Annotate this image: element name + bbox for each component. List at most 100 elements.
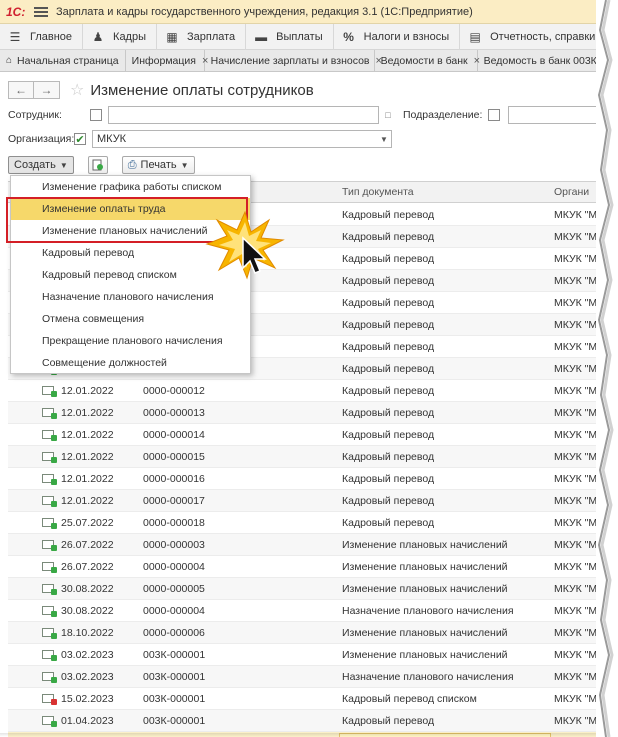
- house-icon: ⌂: [6, 55, 13, 66]
- row-date: 12.01.2022: [61, 406, 114, 419]
- menu-item[interactable]: Совмещение должностей: [11, 352, 250, 374]
- table-row[interactable]: 01.04.2023 003К-000001 Кадровый перевод МКУ…: [8, 710, 599, 732]
- tab-salary-accrual[interactable]: Начисление зарплаты и взносов ×: [205, 50, 382, 71]
- column-document-type[interactable]: Тип документа: [342, 186, 414, 198]
- table-row[interactable]: 03.02.2023 003К-000001 Изменение плановых …: [8, 644, 600, 666]
- row-document-type: Кадровый перевод: [342, 516, 435, 529]
- menu-item[interactable]: Прекращение планового начисления: [11, 330, 250, 352]
- row-date: 26.07.2022: [61, 538, 114, 551]
- section-hr[interactable]: ♟ Кадры: [83, 23, 157, 50]
- bottom-shadow: [0, 733, 599, 737]
- document-status-icon: [42, 628, 57, 639]
- organization-value: МКУК: [97, 133, 127, 145]
- favorite-star-icon[interactable]: ☆: [70, 80, 84, 100]
- menu-item[interactable]: Отмена совмещения: [11, 308, 250, 330]
- row-organization: МКУК "Ма: [554, 472, 600, 485]
- table-row[interactable]: 30.08.2022 0000-000004 Назначение плановог…: [8, 600, 599, 622]
- chevron-down-icon[interactable]: ▼: [377, 135, 391, 144]
- document-status-icon: [42, 408, 57, 419]
- menu-item[interactable]: Изменение плановых начислений: [11, 220, 250, 242]
- row-organization: МКУК "Ма: [554, 318, 600, 331]
- row-number: 0000-000013: [143, 406, 205, 419]
- back-button[interactable]: ←: [8, 81, 34, 99]
- row-date: 26.07.2022: [61, 560, 114, 573]
- employee-input[interactable]: [108, 106, 379, 124]
- open-icon[interactable]: □: [382, 106, 394, 124]
- row-document-type: Изменение плановых начислений: [342, 560, 508, 573]
- row-organization: МКУК "Ма: [554, 340, 600, 353]
- table-row[interactable]: 12.01.2022 0000-000012 Кадровый перевод МКУ…: [8, 380, 600, 402]
- forward-button[interactable]: →: [34, 81, 60, 99]
- employee-checkbox[interactable]: [90, 109, 102, 121]
- document-status-icon: [42, 496, 57, 507]
- table-row[interactable]: 12.01.2022 0000-000017 Кадровый перевод МКУ…: [8, 490, 599, 512]
- table-row[interactable]: 12.01.2022 0000-000013 Кадровый перевод МКУ…: [8, 402, 599, 424]
- row-organization: МКУК "Ма: [554, 626, 600, 639]
- filter-row-organization: Организация: ✔ МКУК ▼: [8, 130, 392, 148]
- row-number: 003К-000001: [143, 714, 206, 727]
- menu-item[interactable]: Назначение планового начисления: [11, 286, 250, 308]
- section-reports[interactable]: ▤ Отчетность, справки: [460, 24, 599, 50]
- row-organization: МКУК "Ма: [554, 692, 600, 705]
- row-number: 0000-000016: [143, 472, 205, 485]
- sections-panel: ☰ Главное ♟ Кадры ▦ Зарплата ▬ Выплаты % Нало…: [0, 23, 599, 50]
- section-payments[interactable]: ▬ Выплаты: [246, 23, 334, 50]
- row-date: 25.07.2022: [61, 516, 114, 529]
- table-row[interactable]: 18.10.2022 0000-000006 Изменение плановых …: [8, 622, 600, 644]
- department-input[interactable]: [508, 106, 599, 124]
- column-organization[interactable]: Органи: [554, 186, 589, 198]
- document-status-icon: [42, 606, 57, 617]
- row-document-type: Кадровый перевод: [342, 318, 435, 331]
- row-organization: МКУК "Ма: [554, 582, 600, 595]
- menu-item[interactable]: Кадровый перевод списком: [11, 264, 250, 286]
- table-row[interactable]: 12.01.2022 0000-000014 Кадровый перевод МКУ…: [8, 424, 599, 446]
- table-row[interactable]: 25.07.2022 0000-000018 Кадровый перевод МКУ…: [8, 512, 600, 534]
- people-icon: ♟: [92, 29, 104, 44]
- tab-information[interactable]: Информация ×: [126, 50, 208, 71]
- section-taxes[interactable]: % Налоги и взносы: [334, 23, 461, 50]
- employee-label: Сотрудник:: [8, 109, 62, 121]
- table-row[interactable]: 12.01.2022 0000-000015 Кадровый перевод МКУ…: [8, 446, 599, 468]
- row-document-type: Кадровый перевод: [342, 296, 435, 309]
- row-date: 12.01.2022: [61, 450, 114, 463]
- menu-item[interactable]: Изменение оплаты труда: [11, 198, 250, 220]
- table-row[interactable]: 12.01.2022 0000-000016 Кадровый перевод МКУ…: [8, 468, 600, 490]
- tab-bank-statement[interactable]: Ведомость в банк 003К-0000: [478, 50, 599, 71]
- menu-item[interactable]: Кадровый перевод: [11, 242, 250, 264]
- row-document-type: Кадровый перевод: [342, 340, 435, 353]
- table-row[interactable]: 30.08.2022 0000-000005 Изменение плановых …: [8, 578, 600, 600]
- tab-bank-statements[interactable]: Ведомости в банк ×: [375, 50, 480, 71]
- row-number: 0000-000004: [143, 604, 205, 617]
- create-button[interactable]: Создать ▼: [8, 156, 74, 174]
- row-organization: МКУК "Ма: [554, 384, 600, 397]
- document-status-icon: [42, 474, 57, 485]
- section-salary[interactable]: ▦ Зарплата: [157, 23, 247, 50]
- tab-home-page[interactable]: ⌂ Начальная страница: [0, 50, 126, 71]
- row-document-type: Кадровый перевод списком: [342, 692, 477, 705]
- table-row[interactable]: 26.07.2022 0000-000004 Изменение плановых …: [8, 556, 599, 578]
- table-row[interactable]: 15.02.2023 003К-000001 Кадровый перевод сп…: [8, 688, 600, 710]
- row-document-type: Кадровый перевод: [342, 208, 435, 221]
- row-document-type: Назначение планового начисления: [342, 670, 514, 683]
- form-heading: ← → ☆ Изменение оплаты сотрудников: [8, 80, 314, 100]
- main-menu-icon[interactable]: [34, 5, 48, 19]
- organization-checkbox[interactable]: ✔: [74, 133, 86, 146]
- create-copy-button[interactable]: [87, 156, 108, 174]
- document-status-icon: [42, 386, 57, 397]
- document-status-icon: [42, 672, 57, 683]
- section-main[interactable]: ☰ Главное: [0, 23, 84, 50]
- table-row[interactable]: 03.02.2023 003К-000001 Назначение плановог…: [8, 666, 599, 688]
- row-organization: МКУК "Ма: [554, 516, 600, 529]
- row-organization: МКУК "Ма: [554, 538, 600, 551]
- create-dropdown-menu: Изменение графика работы списком Изменени…: [10, 175, 251, 374]
- document-status-icon: [42, 694, 57, 705]
- document-status-icon: [42, 452, 57, 463]
- row-date: 15.02.2023: [61, 692, 114, 705]
- department-checkbox[interactable]: [488, 109, 501, 121]
- row-date: 12.01.2022: [61, 472, 114, 485]
- row-organization: МКУК "Ма: [554, 648, 600, 661]
- print-button[interactable]: ⎙ Печать ▼: [121, 156, 195, 174]
- organization-select[interactable]: МКУК ▼: [92, 130, 392, 148]
- menu-item[interactable]: Изменение графика работы списком: [11, 176, 250, 198]
- table-row[interactable]: 26.07.2022 0000-000003 Изменение плановых …: [8, 534, 600, 556]
